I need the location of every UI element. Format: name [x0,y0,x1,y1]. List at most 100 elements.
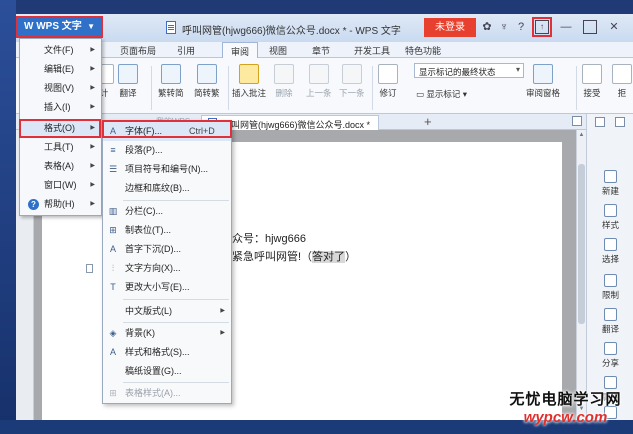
ribbon-separator [576,66,577,110]
paragraph-icon: ≡ [110,145,116,155]
accept-icon [582,64,602,84]
submenu-item-drop-cap[interactable]: A 首字下沉(D)... [103,239,231,259]
submenu-arrow-icon: ▶ [90,104,95,110]
submenu-label: 背景(K) [125,328,155,338]
menu-item-window[interactable]: 窗口(W) ▶ [20,176,101,195]
submenu-item-text-direction[interactable]: ⫶ 文字方向(X)... [103,258,231,278]
submenu-item-tab-stops[interactable]: ⊞ 制表位(T)... [103,220,231,240]
submenu-label: 中文版式(L) [125,306,172,316]
submenu-item-borders[interactable]: 边框和底纹(B)... [103,178,231,198]
menu-item-help[interactable]: ? 帮助(H) ▶ [20,195,101,214]
ribbon-separator [228,66,229,110]
menu-item-tools[interactable]: 工具(T) ▶ [20,138,101,157]
pane-close-icon[interactable] [615,117,625,127]
reject-button[interactable]: 拒 [612,64,632,99]
task-select[interactable]: 选择 [587,238,633,265]
add-tab-button[interactable]: + [424,114,432,129]
button-label: 拒 [617,88,627,98]
translate-icon [118,64,138,84]
task-new[interactable]: 新建 [587,170,633,197]
submenu-item-paragraph[interactable]: ≡ 段落(P)... [103,140,231,160]
restore-icon[interactable]: ↑ [532,17,552,37]
insert-comment-button[interactable]: 插入批注 [232,64,266,99]
menu-separator [123,299,229,300]
task-share[interactable]: 分享 [587,342,633,369]
tab-developer[interactable]: 开发工具 [354,44,390,57]
tab-page-layout[interactable]: 页面布局 [120,44,156,57]
submenu-item-change-case[interactable]: T 更改大小写(E)... [103,277,231,297]
submenu-label: 分栏(C)... [125,206,163,216]
site-watermark: 无忧电脑学习网 wypcw.com [498,388,633,434]
submenu-item-styles[interactable]: A 样式和格式(S)... [103,342,231,362]
change-case-icon: T [110,282,116,292]
submenu-label: 更改大小写(E)... [125,282,190,292]
delete-comment-icon [274,64,294,84]
styles-icon: A [109,347,116,357]
pane-settings-icon[interactable] [595,117,605,127]
new-icon [604,170,617,183]
vertical-scrollbar[interactable]: ▲ ▼ [576,130,586,420]
task-translate[interactable]: 翻译 [587,308,633,335]
delete-comment-button[interactable]: 删除 [274,64,294,99]
button-label: 上一条 [306,88,332,98]
menu-label: 插入(I) [44,102,71,112]
minimize-icon[interactable]: — [559,20,573,34]
task-label: 限制 [601,290,619,300]
scroll-up-arrow-icon[interactable]: ▲ [578,132,585,138]
trad-to-simp-button[interactable]: 繁转简 [158,64,184,99]
drop-cap-icon: A [109,244,116,254]
menu-item-insert[interactable]: 插入(I) ▶ [20,98,101,117]
submenu-label: 项目符号和编号(N)... [125,164,208,174]
task-restrict[interactable]: 限制 [587,274,633,301]
restore-tab-icon[interactable] [572,116,582,126]
scroll-thumb[interactable] [578,164,585,324]
desktop-background [0,0,16,434]
shirt-icon[interactable]: ♆ [497,20,511,34]
submenu-item-asian-layout[interactable]: 中文版式(L) ▶ [103,301,231,321]
tab-view[interactable]: 视图 [269,44,287,57]
menu-item-file[interactable]: 文件(F) ▶ [20,41,101,60]
submenu-label: 首字下沉(D)... [125,244,181,254]
review-pane-button[interactable]: 审阅窗格 [526,64,560,99]
prev-comment-button[interactable]: 上一条 [306,64,332,99]
show-markup-label: 显示标记 [426,89,461,99]
submenu-item-manuscript[interactable]: 稿纸设置(G)... [103,361,231,381]
settings-icon[interactable]: ✿ [480,20,494,34]
share-icon [604,342,617,355]
show-markup-dropdown[interactable]: ▭ 显示标记 ▾ [416,88,467,100]
menu-label: 工具(T) [44,142,74,152]
close-icon[interactable]: ✕ [607,20,621,34]
submenu-item-bullets[interactable]: ☰ 项目符号和编号(N)... [103,159,231,179]
accept-button[interactable]: 接受 [582,64,602,99]
login-button[interactable]: 未登录 [424,18,476,37]
prev-comment-icon [308,64,329,84]
submenu-arrow-icon: ▶ [90,163,95,169]
tab-sections[interactable]: 章节 [312,44,330,57]
tab-review[interactable]: 审阅 [222,42,259,59]
next-comment-button[interactable]: 下一条 [339,64,365,99]
menu-item-edit[interactable]: 编辑(E) ▶ [20,60,101,79]
tab-references[interactable]: 引用 [177,44,195,57]
text-segment: ） [345,251,357,263]
task-style[interactable]: 样式 [587,204,633,231]
markup-state-select[interactable]: 显示标记的最终状态 [414,63,524,78]
menu-item-table[interactable]: 表格(A) ▶ [20,157,101,176]
translate-button[interactable]: 翻译 [118,64,138,99]
reject-icon [612,64,632,84]
submenu-arrow-icon: ▶ [90,144,95,150]
bullet-list-icon: ☰ [108,164,118,174]
submenu-label: 边框和底纹(B)... [125,183,190,193]
menu-label: 帮助(H) [44,199,75,209]
submenu-item-columns[interactable]: ▥ 分栏(C)... [103,201,231,221]
menu-item-view[interactable]: 视图(V) ▶ [20,79,101,98]
restrict-icon [604,274,617,287]
background-icon: ◈ [109,328,117,338]
submenu-arrow-icon: ▶ [90,85,95,91]
submenu-item-background[interactable]: ◈ 背景(K) ▶ [103,323,231,343]
submenu-label: 段落(P)... [125,145,163,155]
maximize-icon[interactable] [583,20,597,34]
tab-features[interactable]: 特色功能 [405,44,441,57]
help-icon[interactable]: ? [514,20,528,34]
simp-to-trad-button[interactable]: 简转繁 [194,64,220,99]
track-changes-button[interactable]: 修订 [378,64,398,99]
